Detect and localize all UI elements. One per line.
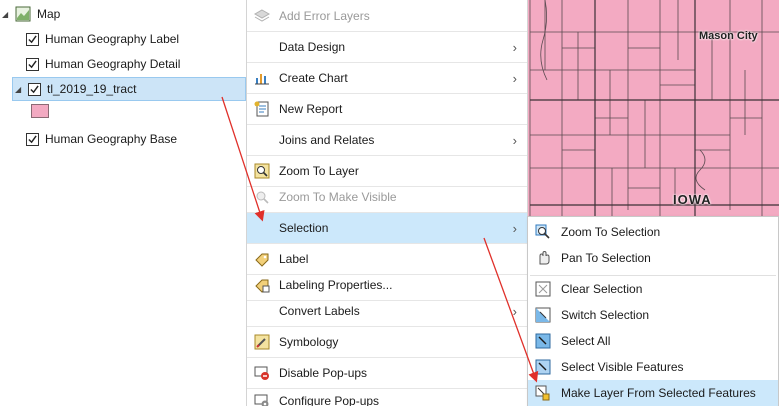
layer-name: Human Geography Detail — [45, 57, 181, 71]
layer-visibility-checkbox[interactable] — [26, 57, 39, 71]
submenu-chevron-icon: › — [512, 220, 517, 236]
layer-context-menu: Add Error Layers Data Design › Create Ch… — [246, 0, 528, 406]
submenu-chevron-icon: › — [512, 132, 517, 148]
toc-map-node[interactable]: ◢ Map — [2, 3, 60, 25]
submenu-item-label: Make Layer From Selected Features — [561, 386, 756, 400]
menu-item-label: Configure Pop-ups — [279, 393, 380, 406]
menu-item-convert-labels[interactable]: Convert Labels › — [247, 296, 527, 327]
menu-item-joins-relates[interactable]: Joins and Relates › — [247, 125, 527, 156]
collapse-arrow-icon[interactable]: ◢ — [2, 10, 12, 19]
menu-item-symbology[interactable]: Symbology — [247, 327, 527, 358]
submenu-chevron-icon: › — [512, 39, 517, 55]
submenu-item-clear-selection[interactable]: Clear Selection — [528, 276, 778, 302]
layer-name: Human Geography Base — [45, 132, 178, 146]
layer-visibility-checkbox[interactable] — [28, 82, 41, 96]
submenu-item-label: Clear Selection — [561, 282, 643, 296]
menu-item-zoom-make-visible[interactable]: Zoom To Make Visible — [247, 182, 527, 213]
zoom-layer-icon — [253, 162, 271, 180]
checkmark-icon — [28, 134, 37, 143]
toc-layer-row[interactable]: Human Geography Label — [26, 28, 179, 50]
menu-item-label: Symbology — [279, 335, 339, 349]
labeling-properties-icon — [253, 276, 271, 294]
menu-item-configure-popups[interactable]: Configure Pop-ups — [247, 385, 527, 406]
chart-icon — [253, 69, 271, 87]
collapse-arrow-icon[interactable]: ◢ — [15, 85, 25, 94]
submenu-chevron-icon: › — [512, 70, 517, 86]
menu-item-selection[interactable]: Selection › — [247, 213, 527, 244]
menu-item-data-design[interactable]: Data Design › — [247, 32, 527, 63]
checkmark-icon — [30, 84, 39, 93]
submenu-item-pan-to-selection[interactable]: Pan To Selection — [528, 245, 778, 271]
menu-item-label: Disable Pop-ups — [279, 366, 368, 380]
layer-visibility-checkbox[interactable] — [26, 32, 39, 46]
toc-map-label: Map — [37, 7, 61, 21]
menu-item-label: Label — [279, 252, 309, 266]
map-state-label: IOWA — [673, 192, 712, 207]
menu-item-label: Data Design — [279, 40, 346, 54]
toc-layer-row[interactable]: Human Geography Detail — [26, 53, 180, 75]
checkmark-icon — [28, 59, 37, 68]
toc-layer-row[interactable]: Human Geography Base — [26, 128, 177, 150]
submenu-item-select-all[interactable]: Select All — [528, 328, 778, 354]
error-layers-icon — [253, 7, 271, 25]
menu-item-new-report[interactable]: New Report — [247, 94, 527, 125]
submenu-item-label: Select Visible Features — [561, 360, 684, 374]
checkmark-icon — [28, 34, 37, 43]
layer-symbol-swatch[interactable] — [31, 104, 49, 118]
submenu-item-select-visible-features[interactable]: Select Visible Features — [528, 354, 778, 380]
menu-item-label: Add Error Layers — [279, 9, 370, 23]
make-layer-icon — [534, 384, 552, 402]
menu-item-create-chart[interactable]: Create Chart › — [247, 63, 527, 94]
disable-popups-icon — [253, 364, 271, 382]
contents-pane: ◢ Map Human Geography Label Human Geogra… — [0, 0, 246, 406]
select-visible-icon — [534, 358, 552, 376]
layer-name: tl_2019_19_tract — [47, 82, 137, 96]
select-all-icon — [534, 332, 552, 350]
switch-selection-icon — [534, 306, 552, 324]
submenu-item-switch-selection[interactable]: Switch Selection — [528, 302, 778, 328]
configure-popups-icon — [253, 392, 271, 406]
symbology-icon — [253, 333, 271, 351]
submenu-item-zoom-to-selection[interactable]: Zoom To Selection — [528, 219, 778, 245]
menu-item-label: Selection — [279, 221, 329, 235]
zoom-selection-icon — [534, 223, 552, 241]
clear-selection-icon — [534, 280, 552, 298]
menu-item-label: Labeling Properties... — [279, 278, 393, 292]
menu-item-label: Zoom To Layer — [279, 164, 359, 178]
submenu-item-make-layer-from-selected[interactable]: Make Layer From Selected Features — [528, 380, 778, 406]
menu-item-label: Zoom To Make Visible — [279, 190, 397, 204]
pan-selection-icon — [534, 249, 552, 267]
menu-item-label: Convert Labels — [279, 304, 360, 318]
map-city-label: Mason City — [699, 30, 758, 42]
zoom-visible-icon — [253, 188, 271, 206]
menu-item-add-error-layers[interactable]: Add Error Layers — [247, 1, 527, 32]
map-icon — [15, 6, 31, 22]
submenu-item-label: Switch Selection — [561, 308, 650, 322]
submenu-chevron-icon: › — [512, 303, 517, 319]
menu-item-label: Create Chart — [279, 71, 348, 85]
menu-item-label: Joins and Relates — [279, 133, 375, 147]
report-icon — [253, 100, 271, 118]
submenu-item-label: Select All — [561, 334, 611, 348]
menu-item-label: New Report — [279, 102, 343, 116]
submenu-item-label: Pan To Selection — [561, 251, 651, 265]
selection-submenu: Zoom To Selection Pan To Selection Clear… — [527, 216, 779, 406]
toc-layer-row-selected[interactable]: ◢ tl_2019_19_tract — [12, 77, 246, 101]
submenu-item-label: Zoom To Selection — [561, 225, 661, 239]
layer-visibility-checkbox[interactable] — [26, 132, 39, 146]
layer-name: Human Geography Label — [45, 32, 180, 46]
label-icon — [253, 250, 271, 268]
